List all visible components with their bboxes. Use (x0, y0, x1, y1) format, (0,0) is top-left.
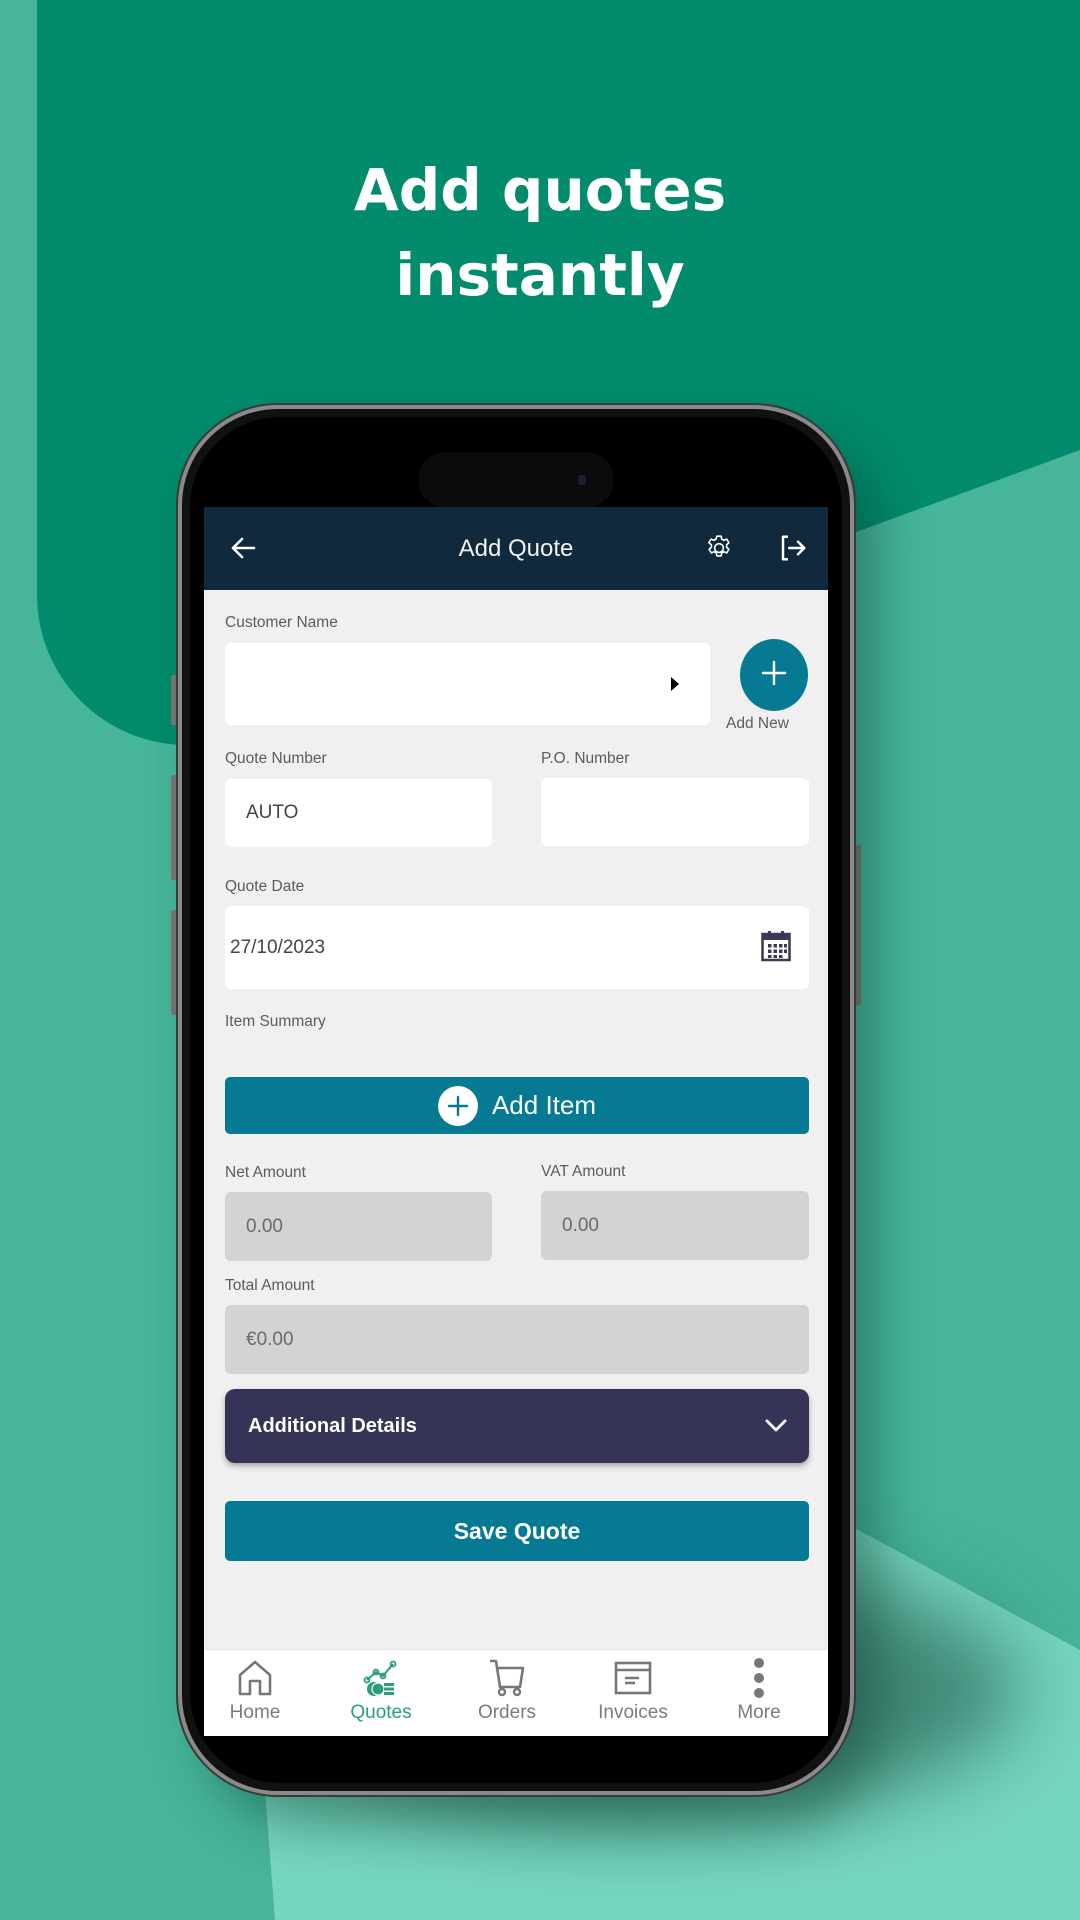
phone-power-button (855, 845, 861, 1005)
nav-label-invoices: Invoices (598, 1702, 668, 1723)
calendar-icon[interactable] (761, 930, 791, 968)
invoice-icon (613, 1656, 653, 1700)
nav-label-home: Home (229, 1702, 281, 1723)
gear-icon[interactable] (700, 529, 738, 567)
net-amount-value: 0.00 (246, 1215, 283, 1237)
phone-action-button (171, 675, 177, 725)
phone-volume-up-button (171, 775, 177, 880)
save-quote-button[interactable]: Save Quote (225, 1501, 809, 1561)
home-icon (237, 1656, 273, 1700)
quote-date-value: 27/10/2023 (230, 936, 326, 958)
add-new-label: Add New (726, 715, 789, 732)
caret-right-icon (670, 676, 680, 698)
quote-number-value: AUTO (246, 802, 299, 823)
app-bar: Add Quote (204, 507, 828, 590)
more-vertical-icon (752, 1656, 766, 1700)
add-item-button[interactable]: Add Item (225, 1077, 809, 1134)
customer-name-dropdown[interactable] (225, 643, 710, 725)
plus-icon (760, 659, 788, 692)
quotes-icon (361, 1656, 401, 1700)
additional-details-label: Additional Details (248, 1415, 417, 1437)
nav-item-quotes[interactable]: Quotes (331, 1656, 431, 1734)
nav-label-quotes: Quotes (350, 1702, 412, 1723)
item-summary-label: Item Summary (225, 1013, 326, 1030)
nav-item-more[interactable]: More (709, 1656, 809, 1734)
vat-amount-field: 0.00 (541, 1191, 809, 1260)
nav-item-home[interactable]: Home (205, 1656, 305, 1734)
cart-icon (487, 1656, 527, 1700)
quote-date-input[interactable]: 27/10/2023 (225, 906, 809, 989)
logout-icon[interactable] (774, 529, 812, 567)
phone-volume-down-button (171, 910, 177, 1015)
additional-details-toggle[interactable]: Additional Details (225, 1389, 809, 1463)
promo-headline: Add quotes instantly (0, 148, 1080, 318)
total-amount-field: €0.00 (225, 1305, 809, 1374)
total-amount-label: Total Amount (225, 1277, 315, 1294)
po-number-label: P.O. Number (541, 750, 630, 767)
quote-number-input[interactable]: AUTO (225, 779, 492, 847)
net-amount-label: Net Amount (225, 1164, 306, 1181)
vat-amount-value: 0.00 (562, 1214, 599, 1236)
dynamic-island (418, 452, 614, 508)
add-item-label: Add Item (491, 1090, 597, 1120)
add-new-customer-button[interactable] (740, 639, 808, 711)
chevron-down-icon (763, 1413, 789, 1444)
total-amount-value: €0.00 (246, 1328, 294, 1350)
net-amount-field: 0.00 (225, 1192, 492, 1261)
nav-label-more: More (737, 1702, 781, 1723)
customer-name-label: Customer Name (225, 614, 338, 631)
vat-amount-label: VAT Amount (541, 1163, 626, 1180)
nav-label-orders: Orders (477, 1702, 537, 1723)
save-quote-label: Save Quote (453, 1517, 581, 1544)
camera-icon (578, 475, 586, 485)
nav-item-orders[interactable]: Orders (457, 1656, 557, 1734)
bottom-navigation: Home Quotes Orders Invoices More (204, 1649, 828, 1736)
headline-line-1: Add quotes (353, 156, 727, 224)
po-number-input[interactable] (541, 778, 809, 846)
app-screen: Add Quote Customer Name Add New Quote Nu… (204, 507, 828, 1736)
nav-item-invoices[interactable]: Invoices (583, 1656, 683, 1734)
plus-circle-icon (437, 1085, 478, 1126)
quote-date-label: Quote Date (225, 878, 305, 895)
headline-line-2: instantly (395, 241, 685, 309)
quote-number-label: Quote Number (225, 750, 327, 767)
